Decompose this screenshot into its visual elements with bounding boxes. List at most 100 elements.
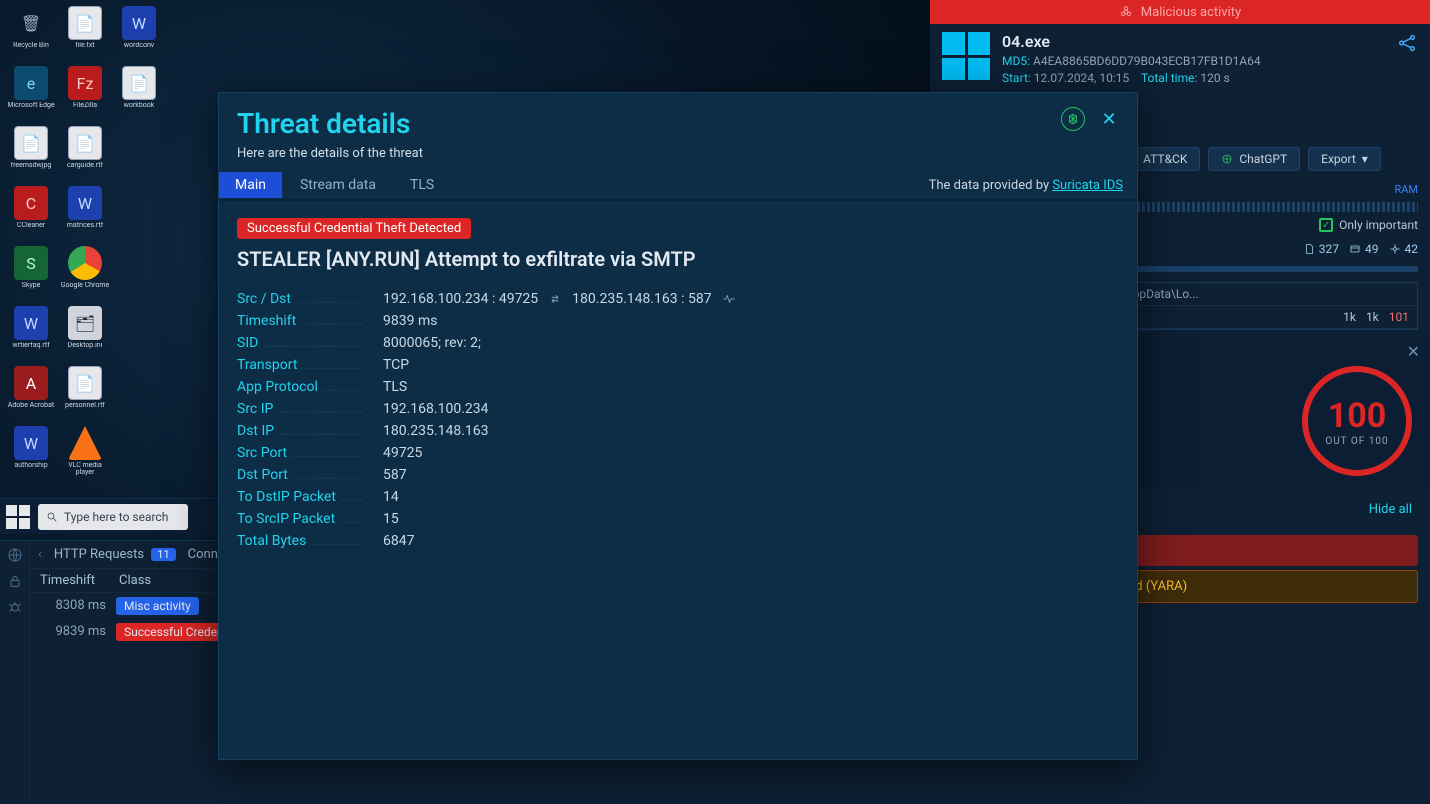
windows-logo-icon (942, 32, 990, 80)
desktop-icon-label: authorship (14, 462, 47, 469)
kv-row: Timeshift9839 ms (237, 313, 1119, 329)
kv-key: Src Port (237, 445, 363, 461)
desktop-icon[interactable]: 📄 personnel.rtf (60, 366, 110, 424)
desktop-icon[interactable]: FzFileZilla (60, 66, 110, 124)
tab-tls[interactable]: TLS (394, 172, 450, 198)
desktop-icon-label: CCleaner (17, 222, 45, 229)
md5-value: A4EA8865BD6DD79B043ECB17FB1D1A64 (1033, 54, 1261, 68)
provider-link[interactable]: Suricata IDS (1052, 178, 1123, 193)
app-icon: S (14, 246, 48, 280)
kv-row: SID8000065; rev: 2; (237, 335, 1119, 351)
kv-value: TCP (383, 357, 409, 373)
biohazard-icon (1119, 5, 1133, 19)
desktop-icon-label: wrtierfaq.rtf (12, 342, 49, 349)
kv-key: Transport (237, 357, 363, 373)
desktop-icon-label: personnel.rtf (65, 402, 105, 409)
col-class: Class (119, 573, 151, 588)
openai-icon (1066, 112, 1080, 126)
app-icon: 🗂 (68, 306, 102, 340)
swap-icon (548, 292, 562, 306)
desktop-icon[interactable]: Google Chrome (60, 246, 110, 304)
tab-http-requests[interactable]: HTTP Requests 11 (54, 547, 176, 562)
desktop-icon[interactable]: Wauthorship (6, 426, 56, 484)
kv-value: 49725 (383, 445, 422, 461)
kv-row: Dst Port587 (237, 467, 1119, 483)
desktop-icon-label: matrices.rtf (67, 222, 103, 229)
close-icon[interactable]: ✕ (1407, 342, 1420, 361)
checkbox-checked-icon: ✓ (1319, 218, 1333, 232)
kv-value: 587 (383, 467, 407, 483)
desktop-icon-label: wordconv (124, 42, 154, 49)
row-timeshift: 9839 ms (40, 624, 106, 639)
app-icon: 📄 (68, 366, 102, 400)
app-icon: 📄 (122, 66, 156, 100)
modal-close-button[interactable]: ✕ (1099, 109, 1119, 130)
start-label: Start: (1002, 71, 1031, 85)
desktop-icon[interactable]: 🗂Desktop.ini (60, 306, 110, 364)
pulse-icon (722, 292, 736, 306)
sample-header: 04.exe MD5: A4EA8865BD6DD79B043ECB17FB1D… (930, 24, 1430, 91)
attck-button[interactable]: ATT&CK (1130, 147, 1200, 171)
start-button[interactable] (6, 505, 30, 529)
modal-subtitle: Here are the details of the threat (219, 146, 1137, 171)
app-icon: W (68, 186, 102, 220)
desktop-icon-label: workbook (124, 102, 155, 109)
desktop-icon-label: file.txt (75, 42, 94, 49)
app-icon: A (14, 366, 48, 400)
openai-icon (1221, 153, 1233, 165)
chatgpt-button[interactable]: ChatGPT (1208, 147, 1300, 171)
desktop-icon[interactable]: 📄carguide.rtf (60, 126, 110, 184)
desktop-icon[interactable]: VLC media player (60, 426, 110, 484)
globe-icon[interactable] (7, 547, 23, 563)
desktop-icon[interactable]: 📄 workbook (114, 66, 164, 124)
desktop-icon[interactable]: Wmatrices.rtf (60, 186, 110, 244)
lock-icon[interactable] (7, 573, 23, 589)
tab-connections[interactable]: Conn (188, 547, 218, 562)
desktop-icon[interactable]: 📄freemsdwjpg (6, 126, 56, 184)
tab-main[interactable]: Main (219, 172, 282, 198)
kv-row: Src Port 49725 (237, 445, 1119, 461)
desktop-icon[interactable]: A Adobe Acrobat (6, 366, 56, 424)
kv-value: 192.168.100.234 : 49725180.235.148.163 :… (383, 291, 736, 307)
bug-icon[interactable] (7, 599, 23, 615)
row-class-badge: Successful Creden (116, 623, 232, 641)
network-sidebar (0, 541, 30, 804)
export-button[interactable]: Export ▾ (1308, 147, 1381, 171)
provider-note: The data provided by Suricata IDS (929, 178, 1137, 193)
chevron-left-icon[interactable]: ‹ (38, 547, 42, 562)
search-icon (46, 511, 58, 523)
app-icon (68, 246, 102, 280)
kv-value: 192.168.100.234 (383, 401, 489, 417)
threat-kv-table: Src / Dst192.168.100.234 : 49725180.235.… (237, 291, 1119, 549)
taskbar-search-placeholder: Type here to search (64, 510, 168, 524)
desktop-icon-label: Skype (22, 282, 41, 289)
row-class-badge: Misc activity (116, 597, 199, 615)
taskbar-search[interactable]: Type here to search (38, 504, 188, 530)
desktop-icon[interactable]: 📄file.txt (60, 6, 110, 64)
desktop-icon[interactable]: CCCleaner (6, 186, 56, 244)
ai-assist-button[interactable] (1061, 107, 1085, 131)
desktop-icon[interactable]: Wwordconv (114, 6, 164, 64)
threat-signature: STEALER [ANY.RUN] Attempt to exfiltrate … (237, 247, 1119, 271)
kv-key: App Protocol (237, 379, 363, 395)
desktop-icon-label: Adobe Acrobat (8, 402, 54, 409)
desktop-icon[interactable]: 🗑Recycle Bin (6, 6, 56, 64)
app-icon: W (14, 426, 48, 460)
desktop-icon[interactable]: Wwrtierfaq.rtf (6, 306, 56, 364)
kv-row: To DstIP Packet14 (237, 489, 1119, 505)
desktop-icon-label: Google Chrome (61, 282, 109, 289)
desktop-icon[interactable]: S Skype (6, 246, 56, 304)
share-icon[interactable] (1396, 32, 1418, 54)
threat-classification-badge: Successful Credential Theft Detected (237, 218, 471, 239)
kv-value: TLS (383, 379, 407, 395)
total-time-value: 120 s (1200, 71, 1229, 85)
only-important-label: Only important (1339, 218, 1418, 232)
row-timeshift: 8308 ms (40, 598, 106, 613)
kv-key: Dst IP (237, 423, 363, 439)
chevron-down-icon: ▾ (1362, 152, 1368, 166)
kv-value: 15 (383, 511, 399, 527)
tab-stream-data[interactable]: Stream data (284, 172, 392, 198)
desktop-icon[interactable]: eMicrosoft Edge (6, 66, 56, 124)
kv-row: Dst IP180.235.148.163 (237, 423, 1119, 439)
proc-stat: 1k (1343, 310, 1356, 324)
